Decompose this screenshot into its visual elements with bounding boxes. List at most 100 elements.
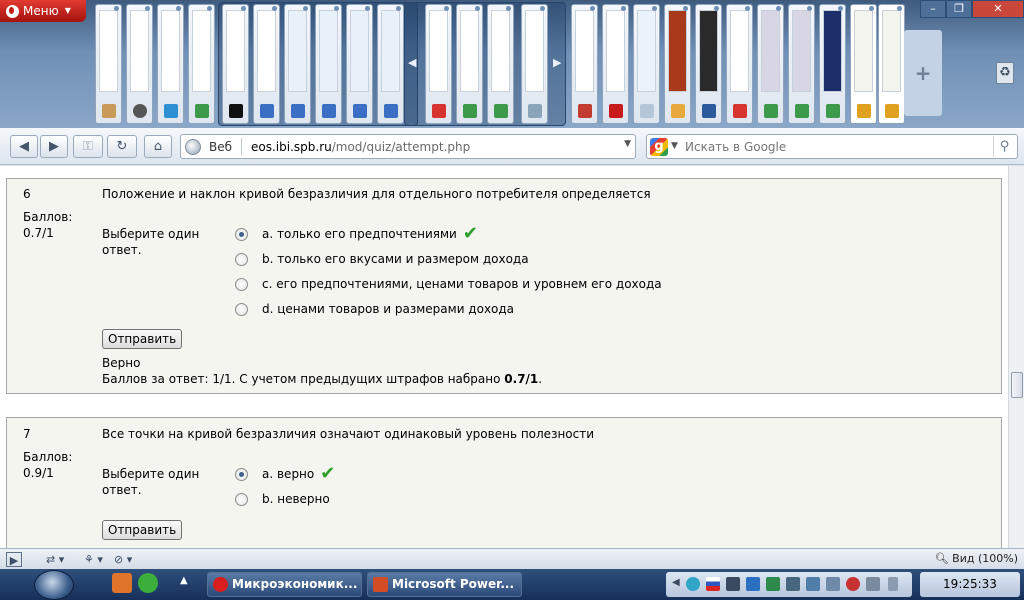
network-icon[interactable]: [686, 577, 700, 591]
tab[interactable]: [284, 4, 311, 124]
taskbar-item-opera[interactable]: Микроэкономик...: [207, 572, 362, 597]
tab-close-icon[interactable]: [714, 6, 719, 11]
taskbar-item-powerpoint[interactable]: Microsoft Power...: [367, 572, 522, 597]
tab[interactable]: [726, 4, 753, 124]
answer-option[interactable]: a. верно ✔: [235, 465, 335, 483]
tab-close-icon[interactable]: [334, 6, 339, 11]
new-tab-button[interactable]: +: [904, 30, 942, 116]
radio-button[interactable]: [235, 227, 248, 241]
tab[interactable]: [487, 4, 514, 124]
volume-icon[interactable]: [866, 577, 880, 591]
tab[interactable]: [633, 4, 660, 124]
reload-button[interactable]: ↻: [107, 135, 137, 158]
settings-icon[interactable]: ⊘ ▾: [114, 552, 132, 567]
maximize-button[interactable]: ❐: [946, 0, 972, 18]
answer-option[interactable]: a. только его предпочтениями ✔: [235, 225, 478, 243]
tab-close-icon[interactable]: [365, 6, 370, 11]
tab[interactable]: [377, 4, 404, 124]
signal-icon[interactable]: [826, 577, 840, 591]
tab-close-icon[interactable]: [590, 6, 595, 11]
chevron-up-icon[interactable]: ▲: [180, 575, 188, 586]
tab[interactable]: [664, 4, 691, 124]
zoom-indicator[interactable]: 🔍︎ Вид (100%): [935, 552, 1018, 565]
answer-option[interactable]: c. его предпочтениями, ценами товаров и …: [235, 277, 662, 291]
back-button[interactable]: ◀: [10, 135, 38, 158]
tab[interactable]: [788, 4, 815, 124]
tab-close-icon[interactable]: [176, 6, 181, 11]
tab-close-icon[interactable]: [241, 6, 246, 11]
home-button[interactable]: ⌂: [144, 135, 172, 158]
turbo-icon[interactable]: ⚘ ▾: [84, 552, 103, 567]
address-url[interactable]: eos.ibi.spb.ru/mod/quiz/attempt.php: [251, 140, 470, 154]
search-input[interactable]: [685, 136, 985, 157]
clock[interactable]: 19:25:33: [920, 572, 1020, 597]
tab-close-icon[interactable]: [807, 6, 812, 11]
chevron-left-icon[interactable]: ◀: [672, 577, 680, 588]
trash-icon[interactable]: ♻: [996, 62, 1014, 84]
submit-button[interactable]: Отправить: [102, 520, 183, 540]
app-tray-icon[interactable]: [746, 577, 760, 591]
address-field[interactable]: Веб eos.ibi.spb.ru/mod/quiz/attempt.php …: [180, 134, 636, 159]
tab[interactable]: [456, 4, 483, 124]
radio-button[interactable]: [235, 302, 248, 316]
tab-close-icon[interactable]: [396, 6, 401, 11]
battery-icon[interactable]: [888, 577, 898, 591]
tab-active[interactable]: [878, 4, 905, 124]
scroll-left-icon[interactable]: ◀: [408, 56, 416, 69]
quicklaunch-icon[interactable]: [138, 573, 158, 593]
close-button[interactable]: ✕: [972, 0, 1024, 18]
tab-close-icon[interactable]: [776, 6, 781, 11]
chevron-down-icon[interactable]: ▼: [671, 141, 678, 151]
tab[interactable]: [571, 4, 598, 124]
opera-menu-button[interactable]: Меню ▼: [0, 0, 86, 22]
tab-close-icon[interactable]: [303, 6, 308, 11]
radio-button[interactable]: [235, 492, 248, 506]
tab[interactable]: [602, 4, 629, 124]
tab[interactable]: [521, 4, 548, 124]
tab-close-icon[interactable]: [745, 6, 750, 11]
tab[interactable]: [850, 4, 877, 124]
answer-option[interactable]: b. неверно: [235, 492, 330, 506]
tab-close-icon[interactable]: [652, 6, 657, 11]
tab[interactable]: [188, 4, 215, 124]
tab-close-icon[interactable]: [145, 6, 150, 11]
tab-close-icon[interactable]: [869, 6, 874, 11]
scroll-right-icon[interactable]: ▶: [553, 56, 561, 69]
google-icon[interactable]: g: [650, 138, 668, 156]
search-icon[interactable]: ⚲: [993, 136, 1015, 157]
app-tray-icon[interactable]: [726, 577, 740, 591]
tab-close-icon[interactable]: [475, 6, 480, 11]
tab-close-icon[interactable]: [540, 6, 545, 11]
chevron-down-icon[interactable]: ▼: [624, 139, 631, 149]
panel-toggle-icon[interactable]: ▶: [6, 552, 22, 567]
language-flag-icon[interactable]: [706, 577, 720, 591]
tab[interactable]: [346, 4, 373, 124]
tab[interactable]: [222, 4, 249, 124]
app-tray-icon[interactable]: [766, 577, 780, 591]
tab-close-icon[interactable]: [444, 6, 449, 11]
scroll-thumb[interactable]: [1011, 372, 1023, 398]
quicklaunch-icon[interactable]: [112, 573, 132, 593]
key-button[interactable]: ⚿: [73, 135, 103, 158]
radio-button[interactable]: [235, 252, 248, 266]
tab-close-icon[interactable]: [506, 6, 511, 11]
tab[interactable]: [819, 4, 846, 124]
radio-button[interactable]: [235, 277, 248, 291]
tab-close-icon[interactable]: [621, 6, 626, 11]
tab-close-icon[interactable]: [272, 6, 277, 11]
tab-close-icon[interactable]: [683, 6, 688, 11]
tab[interactable]: [695, 4, 722, 124]
monitor-icon[interactable]: [786, 577, 800, 591]
answer-option[interactable]: d. ценами товаров и размерами дохода: [235, 302, 514, 316]
radio-button[interactable]: [235, 467, 248, 481]
tab-close-icon[interactable]: [897, 6, 902, 11]
usb-icon[interactable]: [806, 577, 820, 591]
answer-option[interactable]: b. только его вкусами и размером дохода: [235, 252, 529, 266]
no-entry-icon[interactable]: [846, 577, 860, 591]
minimize-button[interactable]: –: [920, 0, 946, 18]
tab-close-icon[interactable]: [838, 6, 843, 11]
tab[interactable]: [95, 4, 122, 124]
sync-icon[interactable]: ⇄ ▾: [46, 552, 64, 567]
tab[interactable]: [253, 4, 280, 124]
tab[interactable]: [757, 4, 784, 124]
